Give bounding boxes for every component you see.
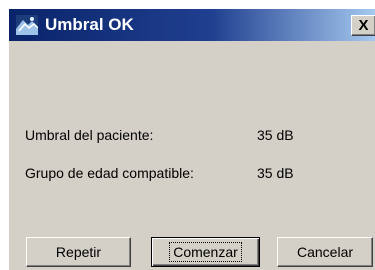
- start-button-label: Comenzar: [169, 242, 242, 262]
- repeat-button[interactable]: Repetir: [26, 237, 131, 267]
- app-icon: [16, 15, 38, 35]
- window-title: Umbral OK: [45, 15, 134, 34]
- patient-threshold-label: Umbral del paciente:: [25, 127, 154, 143]
- dialog-window: Umbral OK X Umbral del paciente: 35 dB G…: [8, 8, 375, 270]
- age-group-value: 35 dB: [257, 165, 294, 181]
- close-icon: X: [358, 17, 369, 34]
- repeat-button-label: Repetir: [55, 244, 102, 260]
- cancel-button[interactable]: Cancelar: [277, 237, 373, 267]
- title-bar[interactable]: Umbral OK X: [9, 9, 375, 41]
- close-button[interactable]: X: [351, 15, 375, 36]
- start-button[interactable]: Comenzar: [151, 237, 260, 267]
- age-group-label: Grupo de edad compatible:: [25, 165, 194, 181]
- cancel-button-label: Cancelar: [296, 244, 354, 260]
- patient-threshold-value: 35 dB: [257, 127, 294, 143]
